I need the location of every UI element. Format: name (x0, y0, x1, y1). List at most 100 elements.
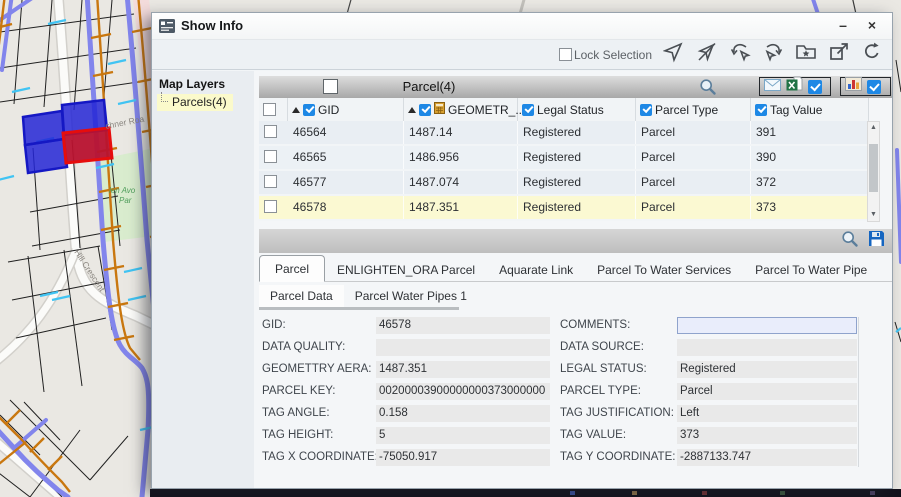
row-checkbox[interactable] (264, 150, 277, 163)
tab-aquarate-link[interactable]: Aquarate Link (487, 259, 585, 281)
scroll-down-icon[interactable]: ▼ (868, 209, 879, 221)
column-header-legal-status[interactable]: Legal Status (518, 98, 636, 121)
search-icon[interactable] (841, 230, 859, 253)
grid-rows: 46564 1487.14 Registered Parcel 391 4656… (259, 121, 869, 221)
field-comments: COMMENTS: (560, 317, 857, 334)
field-tag-value: TAG VALUE:373 (560, 427, 857, 444)
save-icon[interactable] (868, 230, 885, 252)
column-header-parcel-type[interactable]: Parcel Type (636, 98, 751, 121)
subtab-parcel-data[interactable]: Parcel Data (259, 285, 344, 307)
data-quality-field[interactable] (376, 339, 550, 356)
tag-justification-field[interactable]: Left (677, 405, 857, 422)
park-label-line2: Par (119, 196, 132, 205)
tab-parcel-to-water-pipe[interactable]: Parcel To Water Pipe (743, 259, 879, 281)
column-checked-toggle[interactable] (303, 104, 315, 116)
refresh-icon[interactable] (861, 41, 883, 68)
tab-enlighten-ora-parcel[interactable]: ENLIGHTEN_ORA Parcel (325, 259, 487, 281)
export-checked-toggle[interactable] (808, 80, 822, 94)
selected-parcel-blue-3[interactable] (25, 139, 67, 173)
comments-input[interactable] (677, 317, 857, 334)
detail-toolbar (259, 229, 892, 253)
subtab-parcel-water-pipes-1[interactable]: Parcel Water Pipes 1 (344, 285, 478, 307)
detail-tabs: Parcel ENLIGHTEN_ORA Parcel Aquarate Lin… (259, 255, 892, 282)
clear-selection-icon[interactable] (696, 41, 718, 68)
grid-scrollbar[interactable]: ▲ ▼ (867, 121, 880, 222)
tab-parcel-to-water-services[interactable]: Parcel To Water Services (585, 259, 743, 281)
tab-parcel[interactable]: Parcel (259, 255, 325, 282)
legal-status-field[interactable]: Registered (677, 361, 857, 378)
excel-export-icon[interactable] (786, 76, 803, 97)
lock-selection-checkbox[interactable] (559, 48, 572, 61)
window-title: Show Info (181, 18, 243, 33)
statistics-icon-group (840, 77, 891, 96)
show-info-window: Show Info – × Lock Selection (151, 12, 893, 489)
select-all-checkbox[interactable] (323, 79, 338, 94)
field-tag-y-coordinate: TAG Y COORDINATE:-2887133.747 (560, 449, 857, 466)
table-row[interactable]: 46577 1487.074 Registered Parcel 372 (259, 171, 869, 196)
tag-y-coordinate-field[interactable]: -2887133.747 (677, 449, 857, 466)
field-tag-justification: TAG JUSTIFICATION:Left (560, 405, 857, 422)
lock-selection-label: Lock Selection (574, 48, 652, 62)
previous-selection-icon[interactable] (729, 41, 751, 68)
titlebar[interactable]: Show Info – × (152, 13, 892, 40)
sort-asc-icon (292, 107, 300, 113)
tag-height-field[interactable]: 5 (376, 427, 550, 444)
tag-angle-field[interactable]: 0.158 (376, 405, 550, 422)
column-checked-toggle[interactable] (640, 104, 652, 116)
minimize-button[interactable]: – (832, 15, 854, 35)
field-tag-angle: TAG ANGLE:0.158 (262, 405, 550, 422)
map-layers-title: Map Layers (159, 77, 254, 91)
calculator-icon (434, 102, 445, 117)
column-header-geometry[interactable]: GEOMETR_... (404, 98, 518, 121)
parcel-type-field[interactable]: Parcel (677, 383, 857, 400)
parcel-key-field[interactable]: 00200003900000000373000000 (376, 383, 550, 400)
next-selection-icon[interactable] (762, 41, 784, 68)
tag-value-field[interactable]: 373 (677, 427, 857, 444)
row-checkbox[interactable] (264, 200, 277, 213)
table-row[interactable]: 46564 1487.14 Registered Parcel 391 (259, 121, 869, 146)
gid-field[interactable]: 46578 (376, 317, 550, 334)
column-checked-toggle[interactable] (755, 104, 767, 116)
column-header-gid[interactable]: GID (288, 98, 404, 121)
detail-subtabs: Parcel Data Parcel Water Pipes 1 (259, 285, 478, 307)
field-geometry-area: GEOMETTRY AERA:1487.351 (262, 361, 550, 378)
table-row[interactable]: 46565 1486.956 Registered Parcel 390 (259, 146, 869, 171)
layer-item-parcels[interactable]: Parcels(4) (157, 94, 233, 111)
field-parcel-key: PARCEL KEY:00200003900000000373000000 (262, 383, 550, 400)
taskbar-sliver (150, 489, 901, 497)
select-arrow-icon[interactable] (663, 41, 685, 68)
tag-x-coordinate-field[interactable]: -75050.917 (376, 449, 550, 466)
form-right-rule (858, 317, 859, 467)
column-header-tag-value[interactable]: Tag Value (751, 98, 869, 121)
park-label-line1: len Avo (109, 186, 136, 195)
header-row-checkbox[interactable] (263, 103, 276, 116)
close-button[interactable]: × (861, 15, 883, 35)
show-info-icon (159, 19, 175, 38)
field-tag-height: TAG HEIGHT:5 (262, 427, 550, 444)
field-parcel-type: PARCEL TYPE:Parcel (560, 383, 857, 400)
table-row-highlighted[interactable]: 46578 1487.351 Registered Parcel 373 (259, 196, 869, 221)
field-gid: GID:46578 (262, 317, 550, 334)
data-source-field[interactable] (677, 339, 857, 356)
column-header-select[interactable] (259, 98, 288, 121)
sort-asc-icon (408, 107, 416, 113)
field-data-quality: DATA QUALITY: (262, 339, 550, 356)
geometry-area-field[interactable]: 1487.351 (376, 361, 550, 378)
statistics-icon[interactable] (845, 76, 862, 97)
row-checkbox[interactable] (264, 125, 277, 138)
row-checkbox[interactable] (264, 175, 277, 188)
scrollbar-thumb[interactable] (869, 144, 878, 192)
column-checked-toggle[interactable] (419, 104, 431, 116)
mail-icon[interactable] (764, 78, 781, 96)
column-checked-toggle[interactable] (522, 104, 534, 116)
statistics-checked-toggle[interactable] (867, 80, 881, 94)
export-icon-group (759, 77, 831, 96)
open-external-icon[interactable] (828, 41, 850, 68)
screen: chner Roa Hill Crescent len Avo Par Show… (0, 0, 901, 497)
highlighted-parcel-red[interactable] (63, 128, 112, 163)
saved-selections-folder-icon[interactable] (795, 41, 817, 68)
grid-group-header: Parcel(4) (259, 76, 892, 98)
form-column-left: GID:46578 DATA QUALITY: GEOMETTRY AERA:1… (262, 317, 550, 466)
field-tag-x-coordinate: TAG X COORDINATE:-75050.917 (262, 449, 550, 466)
scroll-up-icon[interactable]: ▲ (868, 122, 879, 134)
